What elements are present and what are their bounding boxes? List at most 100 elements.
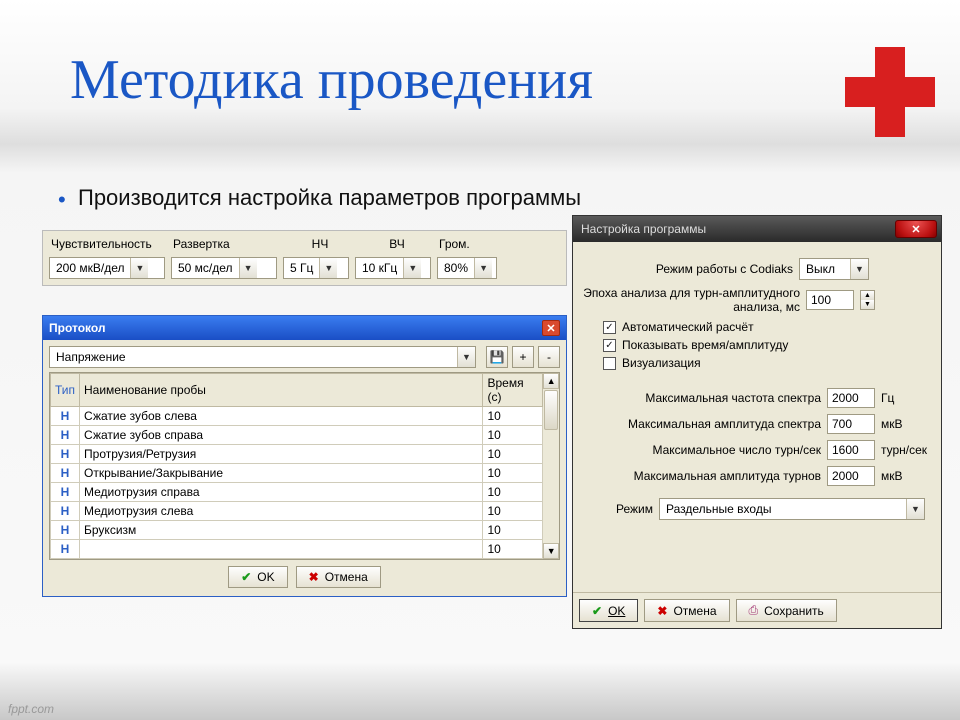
visual-label: Визуализация [622, 356, 701, 370]
close-button[interactable]: ✕ [895, 220, 937, 238]
row-name: Сжатие зубов слева [80, 407, 483, 426]
row-time: 10 [483, 502, 543, 521]
hf-combo[interactable]: 10 кГц ▼ [355, 257, 431, 279]
cancel-label: Отмена [325, 570, 368, 584]
hf-value: 10 кГц [356, 258, 403, 278]
volume-combo[interactable]: 80% ▼ [437, 257, 497, 279]
col-type[interactable]: Тип [51, 374, 80, 407]
max-turn-amp-input[interactable]: 2000 [827, 466, 875, 486]
epoch-spinner[interactable]: ▲ ▼ [860, 290, 875, 310]
row-time: 10 [483, 521, 543, 540]
row-name: Открывание/Закрывание [80, 464, 483, 483]
close-button[interactable]: ✕ [542, 320, 560, 336]
time-label: Показывать время/амплитуду [622, 338, 788, 352]
row-time: 10 [483, 445, 543, 464]
row-type: Н [51, 445, 80, 464]
chevron-down-icon: ▼ [239, 258, 257, 278]
time-checkbox[interactable]: ✓ [603, 339, 616, 352]
max-freq-unit: Гц [881, 391, 931, 405]
codiaks-combo[interactable]: Выкл ▼ [799, 258, 869, 280]
save-button[interactable]: ⎙ Сохранить [736, 599, 837, 622]
cross-icon: ✖ [309, 570, 319, 584]
cancel-button[interactable]: ✖ Отмена [644, 599, 729, 622]
row-name: Сжатие зубов справа [80, 426, 483, 445]
table-row[interactable]: НСжатие зубов справа10 [51, 426, 543, 445]
ok-label: OK [257, 570, 274, 584]
lf-value: 5 Гц [284, 258, 319, 278]
ok-label: OK [608, 604, 625, 618]
protocol-mode-value: Напряжение [50, 347, 457, 367]
table-row[interactable]: НПротрузия/Ретрузия10 [51, 445, 543, 464]
lf-combo[interactable]: 5 Гц ▼ [283, 257, 349, 279]
check-icon: ✔ [592, 604, 602, 618]
spinner-up-icon[interactable]: ▲ [861, 291, 874, 300]
chevron-down-icon: ▼ [130, 258, 148, 278]
floppy-icon: 💾 [490, 350, 505, 364]
table-row[interactable]: НОткрывание/Закрывание10 [51, 464, 543, 483]
label-sweep: Развертка [173, 235, 283, 255]
row-name [80, 540, 483, 559]
row-type: Н [51, 483, 80, 502]
table-row[interactable]: НМедиотрузия справа10 [51, 483, 543, 502]
save-icon: ⎙ [749, 603, 759, 618]
settings-title-text: Настройка программы [581, 222, 706, 236]
watermark: fppt.com [8, 702, 54, 716]
scrollbar-track[interactable] [543, 431, 559, 543]
protocol-mode-combo[interactable]: Напряжение ▼ [49, 346, 476, 368]
ok-button[interactable]: ✔ OK [228, 566, 287, 588]
mode-combo[interactable]: Раздельные входы ▼ [659, 498, 925, 520]
cancel-label: Отмена [673, 604, 716, 618]
row-type: Н [51, 540, 80, 559]
save-toolbtn[interactable]: 💾 [486, 346, 508, 368]
check-icon: ✔ [241, 570, 251, 584]
cancel-button[interactable]: ✖ Отмена [296, 566, 381, 588]
row-type: Н [51, 407, 80, 426]
settings-window: Настройка программы ✕ Режим работы с Cod… [572, 215, 942, 629]
mode-label: Режим [583, 502, 653, 516]
sensitivity-value: 200 мкВ/дел [50, 258, 130, 278]
remove-toolbtn[interactable]: - [538, 346, 560, 368]
plus-icon: + [519, 350, 526, 364]
add-toolbtn[interactable]: + [512, 346, 534, 368]
max-turns-label: Максимальное число турн/сек [583, 443, 821, 457]
save-label: Сохранить [764, 604, 824, 618]
label-hf: ВЧ [357, 235, 437, 255]
sensitivity-combo[interactable]: 200 мкВ/дел ▼ [49, 257, 165, 279]
chevron-down-icon: ▼ [474, 258, 492, 278]
mode-value: Раздельные входы [660, 499, 906, 519]
col-time[interactable]: Время (с) [483, 374, 543, 407]
spinner-down-icon[interactable]: ▼ [861, 300, 874, 309]
row-time: 10 [483, 426, 543, 445]
chevron-down-icon: ▼ [850, 259, 868, 279]
max-amp-input[interactable]: 700 [827, 414, 875, 434]
ok-button[interactable]: ✔ OK [579, 599, 638, 622]
max-amp-label: Максимальная амплитуда спектра [583, 417, 821, 431]
scroll-down-icon[interactable]: ▼ [543, 543, 559, 559]
slide-title: Методика проведения [70, 48, 593, 112]
table-row[interactable]: НМедиотрузия слева10 [51, 502, 543, 521]
max-turns-input[interactable]: 1600 [827, 440, 875, 460]
volume-value: 80% [438, 258, 474, 278]
sweep-combo[interactable]: 50 мс/дел ▼ [171, 257, 277, 279]
protocol-table: Тип Наименование пробы Время (с) НСжатие… [50, 373, 543, 559]
max-freq-label: Максимальная частота спектра [583, 391, 821, 405]
row-type: Н [51, 521, 80, 540]
row-type: Н [51, 464, 80, 483]
auto-checkbox[interactable]: ✓ [603, 321, 616, 334]
epoch-label: Эпоха анализа для турн-амплитудного анал… [583, 286, 800, 314]
scrollbar-thumb[interactable] [544, 390, 558, 430]
epoch-input[interactable]: 100 [806, 290, 854, 310]
row-type: Н [51, 502, 80, 521]
col-name[interactable]: Наименование пробы [80, 374, 483, 407]
table-scrollbar[interactable]: ▲ ▼ [543, 373, 559, 559]
row-name: Медиотрузия слева [80, 502, 483, 521]
protocol-title-text: Протокол [49, 321, 106, 335]
visual-checkbox[interactable] [603, 357, 616, 370]
minus-icon: - [547, 350, 551, 364]
table-row[interactable]: НСжатие зубов слева10 [51, 407, 543, 426]
table-row[interactable]: НБруксизм10 [51, 521, 543, 540]
table-row[interactable]: Н10 [51, 540, 543, 559]
max-freq-input[interactable]: 2000 [827, 388, 875, 408]
scroll-up-icon[interactable]: ▲ [543, 373, 559, 389]
settings-titlebar: Настройка программы ✕ [573, 216, 941, 242]
